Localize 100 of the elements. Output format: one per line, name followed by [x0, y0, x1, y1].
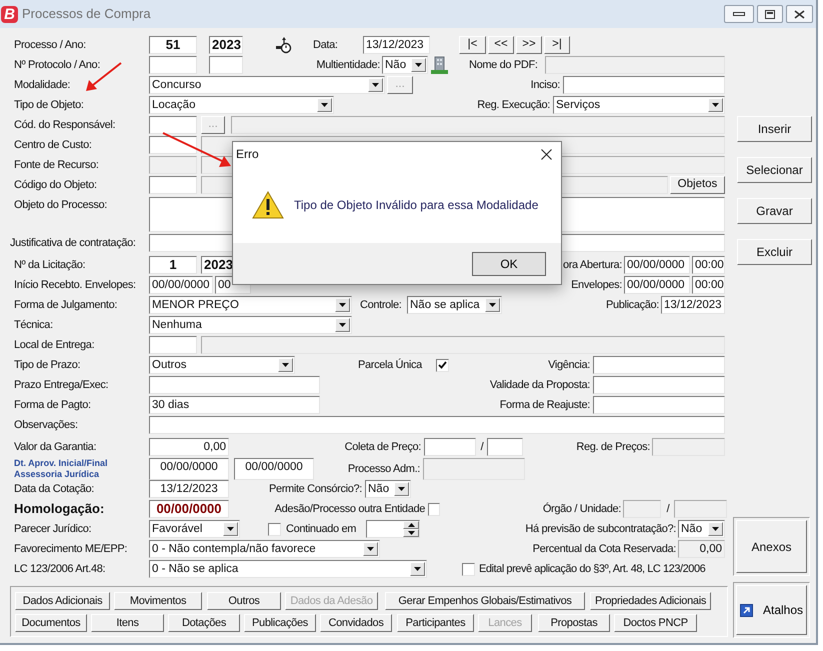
first-record-button[interactable]: |< — [459, 36, 486, 54]
text-field: 0,00 — [678, 540, 725, 558]
additional-properties-button[interactable]: Propriedades Adicionais — [590, 592, 711, 610]
dropdown[interactable]: Não se aplica — [407, 296, 502, 314]
text-field[interactable] — [593, 356, 725, 374]
pncp-documents-button[interactable]: Doctos PNCP — [614, 614, 697, 632]
text-field[interactable] — [149, 56, 197, 74]
field-label: Forma de Reajuste: — [498, 398, 590, 413]
building-icon — [431, 56, 448, 74]
stopwatch-icon — [275, 36, 293, 54]
text-field[interactable] — [209, 56, 243, 74]
text-field[interactable]: 00:00 — [692, 276, 725, 294]
field-label: Publicação: — [604, 298, 659, 313]
save-button[interactable]: Gravar — [737, 198, 812, 224]
delete-button[interactable]: Excluir — [737, 239, 812, 265]
shortcuts-button[interactable]: Atalhos — [736, 585, 807, 635]
dropdown[interactable]: Outros — [149, 356, 295, 374]
text-field[interactable]: 00/00/0000 — [234, 458, 314, 480]
select-button[interactable]: Selecionar — [737, 157, 812, 183]
previous-record-button[interactable]: << — [488, 36, 514, 54]
field-label: Inciso: — [530, 78, 560, 93]
checkbox[interactable] — [268, 522, 281, 536]
checkbox[interactable] — [428, 502, 440, 516]
dropdown[interactable]: Não — [365, 480, 411, 498]
field-label: Tipo de Prazo: — [14, 358, 82, 373]
close-icon[interactable] — [541, 148, 552, 160]
dropdown[interactable]: Não — [382, 56, 428, 74]
dropdown[interactable]: 0 - Não se aplica — [149, 560, 427, 578]
field-label: Continuado em — [286, 522, 358, 537]
text-field[interactable]: 1 — [149, 256, 197, 274]
last-record-button[interactable]: >| — [544, 36, 570, 54]
generate-commitments-button[interactable]: Gerar Empenhos Globais/Estimativos — [385, 592, 585, 610]
next-record-button[interactable]: >> — [516, 36, 542, 54]
minimize-button[interactable] — [724, 5, 754, 23]
text-field[interactable] — [149, 116, 197, 134]
field-label: LC 123/2006 Art.48: — [14, 562, 106, 577]
guests-button[interactable]: Convidados — [320, 614, 392, 632]
field-label: Multientidade: — [315, 58, 380, 73]
text-field[interactable] — [487, 438, 523, 456]
text-field[interactable]: 13/12/2023 — [149, 480, 229, 498]
dropdown[interactable]: Não — [678, 520, 725, 538]
text-field[interactable] — [593, 396, 725, 414]
field-label: Controle: — [360, 298, 402, 313]
text-field[interactable]: 51 — [149, 36, 197, 54]
text-field[interactable]: 13/12/2023 — [661, 296, 725, 314]
text-field[interactable] — [149, 136, 197, 154]
field-label: Valor da Garantia: — [14, 440, 98, 455]
checkbox[interactable] — [462, 562, 475, 576]
dropdown[interactable]: Concurso — [149, 76, 385, 94]
dropdown[interactable]: MENOR PREÇO — [149, 296, 352, 314]
documents-button[interactable]: Documentos — [15, 614, 87, 632]
close-button[interactable] — [786, 5, 813, 23]
text-field[interactable]: 00/00/0000 — [149, 458, 229, 480]
additional-data-button[interactable]: Dados Adicionais — [15, 592, 110, 610]
field-label: Forma de Julgamento: — [14, 298, 118, 313]
text-field[interactable] — [593, 376, 725, 394]
field-label: Observações: — [14, 418, 79, 433]
movements-button[interactable]: Movimentos — [114, 592, 202, 610]
others-button[interactable]: Outros — [207, 592, 281, 610]
dropdown[interactable]: Locação — [149, 96, 334, 114]
checkbox[interactable] — [436, 358, 449, 372]
insert-button[interactable]: Inserir — [737, 116, 812, 142]
field-label: Envelopes: — [570, 278, 622, 293]
dropdown[interactable]: 0 - Não contempla/não favorece — [149, 540, 380, 558]
text-field[interactable]: 13/12/2023 — [363, 36, 430, 54]
text-field[interactable]: 0,00 — [149, 438, 229, 456]
text-field[interactable] — [563, 76, 725, 94]
items-button[interactable]: Itens — [91, 614, 164, 632]
text-field[interactable]: 00:00 — [692, 256, 725, 274]
publications-button[interactable]: Publicações — [244, 614, 316, 632]
participants-button[interactable]: Participantes — [397, 614, 474, 632]
text-field[interactable]: 30 dias — [149, 396, 320, 414]
field-label: Validade da Proposta: — [488, 378, 590, 393]
text-field[interactable]: 00/00/0000 — [624, 256, 690, 274]
field-label: Código do Objeto: — [14, 178, 98, 193]
text-field[interactable] — [149, 176, 197, 194]
field-label: Nº Protocolo / Ano: — [14, 58, 102, 73]
text-field[interactable] — [149, 336, 197, 354]
text-field[interactable]: 2023 — [209, 36, 243, 54]
dropdown[interactable]: Favorável — [149, 520, 240, 538]
text-field[interactable]: 00/00/0000 — [624, 276, 690, 294]
dropdown[interactable]: Nenhuma — [149, 316, 352, 334]
spin-field[interactable] — [366, 520, 420, 538]
field-label: Técnica: — [14, 318, 54, 333]
text-field[interactable] — [149, 376, 320, 394]
field-label: Órgão / Unidade: — [542, 502, 621, 517]
proposals-button[interactable]: Propostas — [538, 614, 610, 632]
text-field[interactable]: 00/00/0000 — [149, 276, 213, 294]
ok-button[interactable]: OK — [472, 252, 546, 276]
maximize-button[interactable] — [757, 5, 783, 23]
field-label: Modalidade: — [14, 78, 72, 93]
dropdown[interactable]: Serviços — [553, 96, 725, 114]
allocations-button[interactable]: Dotações — [168, 614, 240, 632]
text-field[interactable]: 00/00/0000 — [149, 500, 229, 518]
field-label: Cód. do Responsável: — [14, 118, 116, 133]
objects-button[interactable]: Objetos — [670, 176, 725, 194]
attachments-button[interactable]: Anexos — [736, 520, 807, 573]
text-field[interactable] — [149, 416, 725, 434]
text-field[interactable] — [424, 438, 476, 456]
caption-text: Assessoria Jurídica — [14, 469, 100, 480]
